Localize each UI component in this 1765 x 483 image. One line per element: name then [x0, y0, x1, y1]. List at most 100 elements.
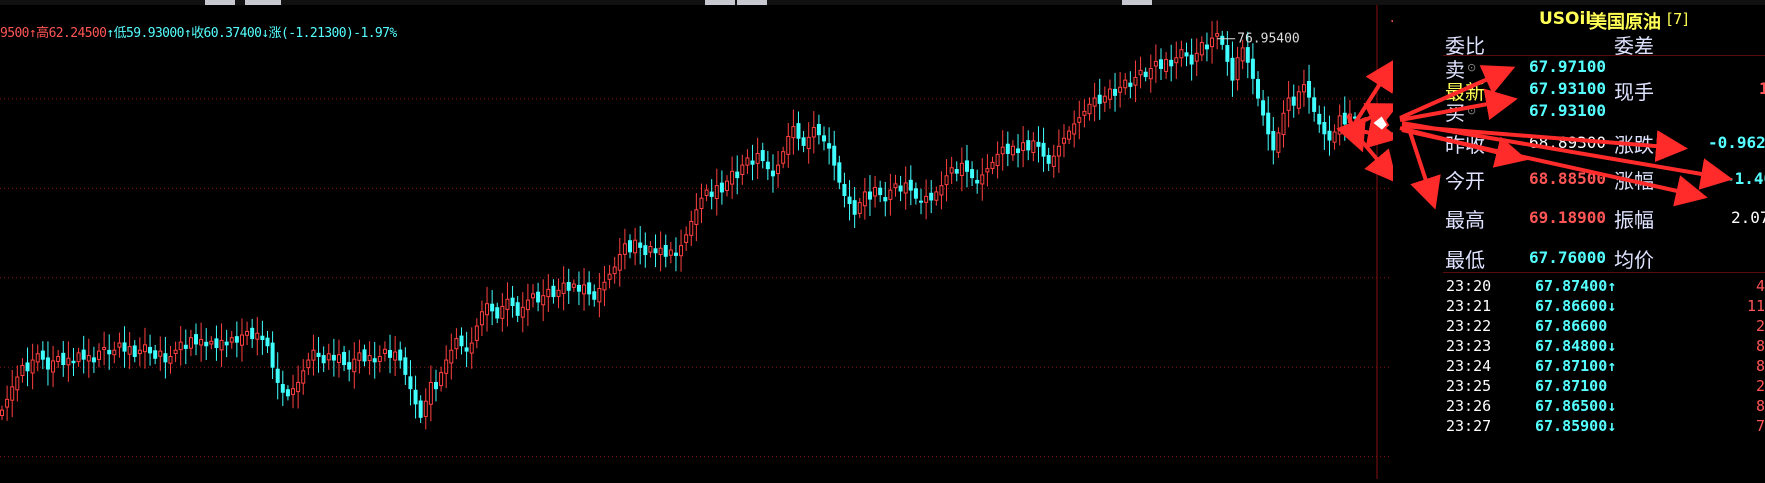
- candle-body: [1133, 76, 1138, 86]
- candle-body: [239, 334, 244, 346]
- chart-canvas[interactable]: 70.0060.0050.0040.0030.00⚓⊡76.95400: [0, 5, 1518, 479]
- tick-price: 67.86600↓: [1535, 297, 1617, 315]
- red-arrow: [1354, 116, 1400, 149]
- candle-body: [474, 325, 479, 341]
- candle-body: [546, 288, 551, 298]
- info-change-label: ↓涨: [261, 26, 281, 41]
- candle-body: [306, 359, 311, 369]
- candle-body: [352, 358, 357, 373]
- info-close-label: ↑收: [183, 26, 204, 41]
- candle-body: [158, 350, 163, 357]
- candle-body: [755, 152, 760, 164]
- candle-body: [827, 143, 832, 149]
- candle-body: [1107, 88, 1112, 100]
- candle-body: [1194, 52, 1199, 62]
- change-value: -0.9620: [1708, 133, 1765, 152]
- candle-body: [1148, 67, 1153, 80]
- candle-body: [260, 335, 265, 340]
- quote-panel: USOil 美国原油 [7] 委比 委差 卖 ⊙ 67.97100 最新 67.…: [1443, 5, 1765, 479]
- candle-body: [1123, 79, 1128, 89]
- candle-body: [91, 357, 96, 363]
- candle-body: [556, 289, 561, 297]
- candle-body: [704, 189, 709, 197]
- candle-body: [934, 191, 939, 201]
- candle-body: [229, 337, 234, 343]
- candle-body: [1143, 71, 1148, 78]
- candle-body: [990, 161, 995, 169]
- candle-body: [403, 357, 408, 375]
- candle-body: [740, 164, 745, 175]
- candle-body: [985, 168, 990, 173]
- tick-time: 23:26: [1446, 397, 1492, 415]
- candle-body: [285, 389, 290, 397]
- candle-body: [224, 341, 229, 346]
- tick-price: 67.87100↑: [1535, 357, 1617, 375]
- candle-body: [1016, 148, 1021, 154]
- tick-volume: 4: [1755, 277, 1765, 295]
- candle-body: [811, 127, 816, 138]
- candle-body: [1113, 88, 1118, 96]
- candle-body: [760, 150, 765, 162]
- candle-body: [551, 285, 556, 298]
- candle-body: [1255, 78, 1260, 99]
- candle-body: [132, 345, 137, 357]
- candle-body: [398, 349, 403, 361]
- candle-body: [970, 169, 975, 179]
- candle-body: [530, 293, 535, 299]
- candle-body: [862, 191, 867, 207]
- xianshou-value: 1: [1759, 79, 1765, 98]
- candle-body: [832, 145, 837, 166]
- red-arrow: [1353, 131, 1398, 184]
- candle-body: [362, 349, 367, 362]
- candle-body: [97, 350, 102, 360]
- candle-body: [770, 170, 775, 177]
- candle-body: [372, 358, 377, 363]
- tick-time: 23:25: [1446, 377, 1492, 395]
- candle-body: [245, 330, 250, 336]
- candle-body: [1210, 37, 1215, 48]
- candle-body: [71, 360, 76, 364]
- candle-body: [1087, 103, 1092, 115]
- candle-body: [873, 186, 878, 197]
- candle-body: [342, 351, 347, 366]
- tick-time: 23:21: [1446, 297, 1492, 315]
- tick-price: 67.85900↓: [1535, 417, 1617, 435]
- symbol-tag: [7]: [1667, 10, 1689, 28]
- kline-chart[interactable]: 70.0060.0050.0040.0030.00⚓⊡76.95400: [0, 5, 1518, 479]
- candle-body: [178, 341, 183, 351]
- candle-body: [25, 362, 30, 372]
- info-high-value: 62.24500: [48, 26, 107, 41]
- candle-body: [255, 332, 260, 340]
- candle-body: [490, 303, 495, 312]
- candle-body: [280, 384, 285, 393]
- ohlc-info-line: 9500↑高62.24500↑低59.93000↑收60.37400↓涨(-1.…: [0, 22, 397, 41]
- buy-dot-icon: ⊙: [1467, 104, 1477, 117]
- tick-price: 67.87400↑: [1535, 277, 1617, 295]
- candle-body: [1261, 100, 1266, 116]
- candle-body: [1010, 145, 1015, 156]
- avg-label: 均价: [1614, 248, 1654, 272]
- candle-body: [847, 196, 852, 205]
- candle-body: [382, 348, 387, 354]
- candle-body: [1051, 155, 1056, 167]
- candle-body: [633, 239, 638, 254]
- info-low-label: ↑低: [106, 26, 127, 41]
- candle-body: [944, 175, 949, 186]
- tick-volume: 2: [1755, 317, 1765, 335]
- candle-body: [964, 160, 969, 172]
- candle-body: [954, 169, 959, 174]
- candle-body: [1184, 52, 1189, 57]
- candle-body: [127, 346, 132, 355]
- prevclose-value: 68.89300: [1529, 133, 1607, 152]
- tick-divider: [1443, 272, 1765, 273]
- candle-body: [408, 376, 413, 390]
- candle-body: [291, 388, 296, 395]
- candle-body: [76, 352, 81, 363]
- candle-body: [61, 352, 66, 366]
- candle-body: [102, 347, 107, 350]
- low-value: 67.76000: [1529, 248, 1607, 267]
- tick-price: 67.87100: [1535, 377, 1608, 395]
- buy-label: 买: [1445, 101, 1465, 125]
- candle-body: [1102, 95, 1107, 103]
- candle-body: [638, 242, 643, 248]
